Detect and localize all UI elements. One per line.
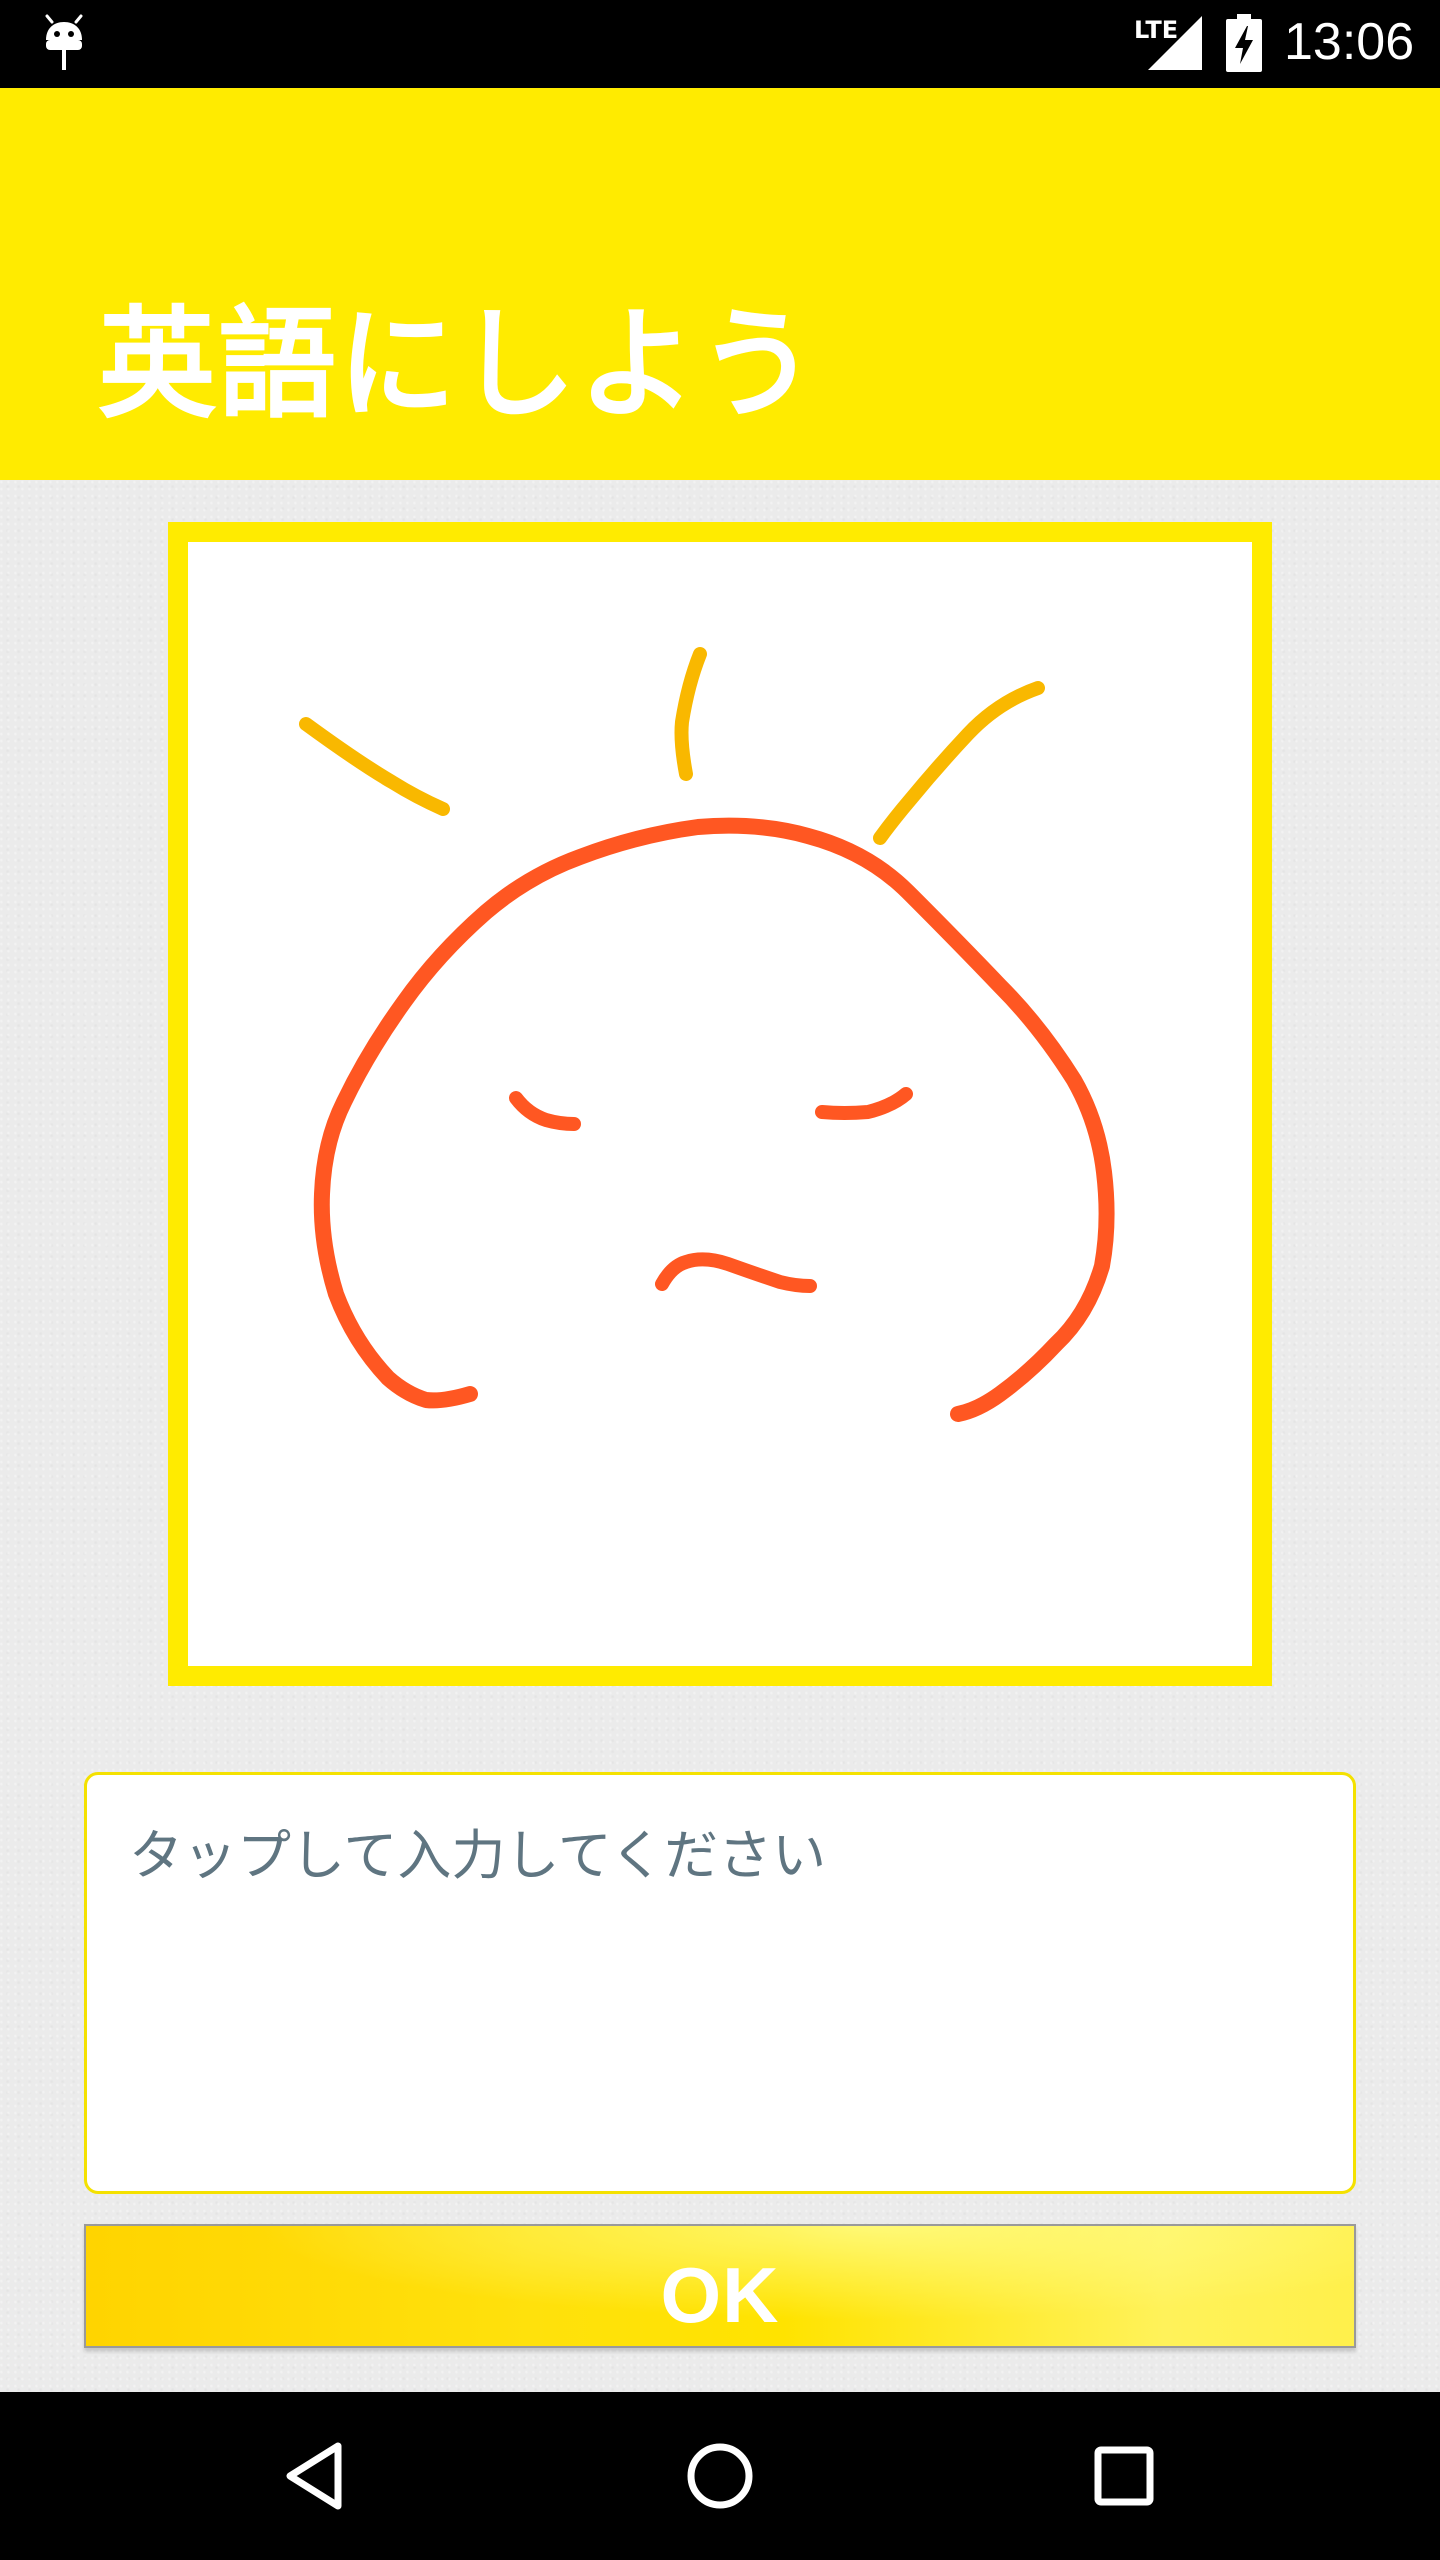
back-icon[interactable] bbox=[276, 2434, 360, 2518]
status-bar: LTE 13:06 bbox=[0, 0, 1440, 88]
battery-charging-icon bbox=[1226, 14, 1262, 72]
drawing-canvas bbox=[168, 522, 1272, 1686]
face-outline bbox=[313, 817, 1115, 1422]
navigation-bar bbox=[0, 2392, 1440, 2560]
left-eye bbox=[509, 1091, 581, 1131]
app-header: 英語にしよう bbox=[0, 88, 1440, 480]
ok-button-label: OK bbox=[660, 2251, 780, 2339]
signal-icon bbox=[1148, 16, 1202, 70]
status-time: 13:06 bbox=[1284, 13, 1415, 71]
sun-drawing bbox=[299, 647, 1115, 1422]
sun-ray-middle bbox=[674, 647, 707, 781]
sun-ray-right bbox=[873, 681, 1045, 845]
right-eye bbox=[815, 1087, 913, 1120]
home-icon[interactable] bbox=[678, 2434, 762, 2518]
recent-apps-icon[interactable] bbox=[1082, 2434, 1166, 2518]
page-title: 英語にしよう bbox=[98, 293, 819, 435]
answer-input[interactable] bbox=[84, 1772, 1356, 2194]
mouth bbox=[655, 1252, 817, 1293]
ok-button[interactable]: OK bbox=[84, 2224, 1356, 2348]
sun-ray-left bbox=[299, 717, 450, 816]
android-debug-icon bbox=[45, 14, 83, 70]
